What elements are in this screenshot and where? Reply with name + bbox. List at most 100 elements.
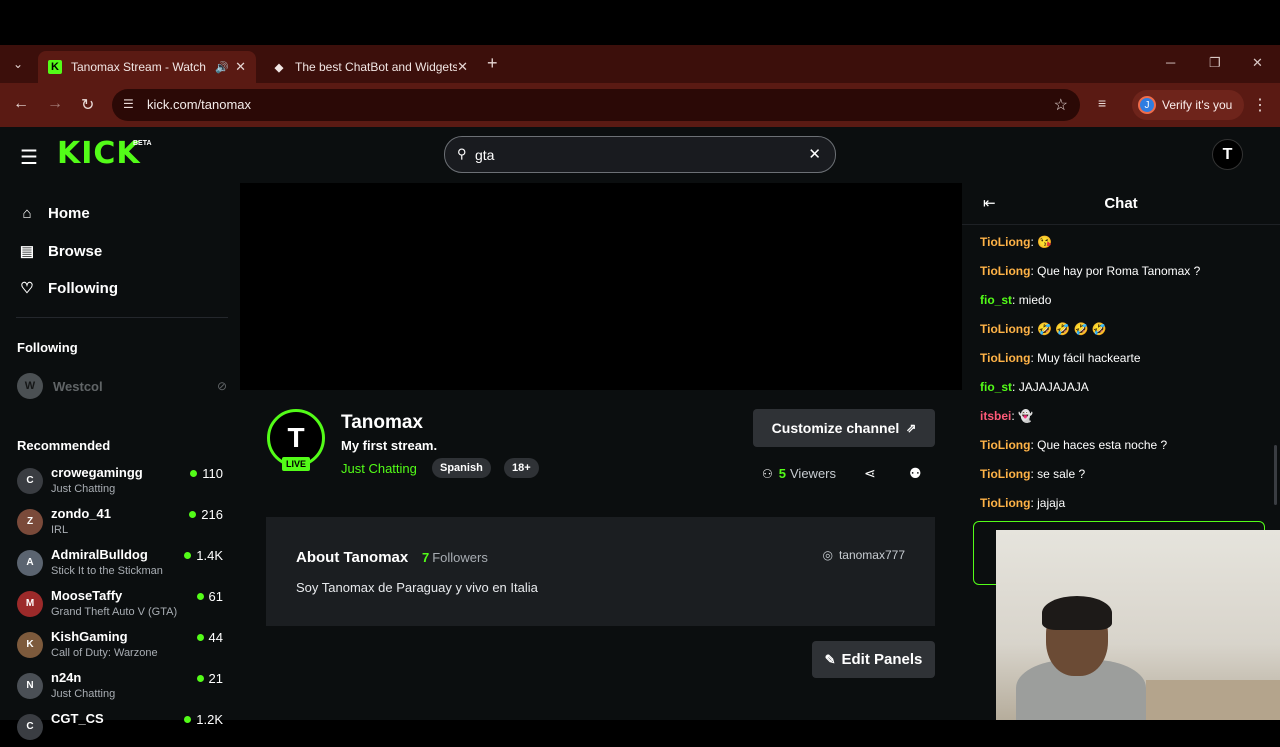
screen-top-bar (0, 0, 1280, 45)
live-dot-icon (196, 634, 204, 641)
tab-title: Tanomax Stream - Watch Li (71, 60, 210, 74)
stream-title: My first stream. (341, 438, 438, 453)
heart-icon: ♡ (20, 280, 34, 297)
viewer-count: 1.4K (184, 548, 223, 563)
back-icon[interactable]: ← (13, 95, 29, 113)
restore-icon[interactable]: ❐ (1209, 55, 1221, 71)
customize-label: Customize channel (771, 420, 900, 436)
channel-name: KishGaming (51, 629, 128, 644)
viewer-count-value: 44 (208, 630, 223, 645)
viewers-icon: ⚇ (762, 466, 773, 481)
avatar: C (17, 714, 43, 740)
about-heading: About Tanomax (296, 549, 409, 566)
home-icon: ⌂ (22, 205, 32, 222)
close-tab-icon[interactable]: ✕ (235, 59, 246, 75)
channel-category: Stick It to the Stickman (51, 565, 163, 577)
chat-text: Que hay por Roma Tanomax ? (1037, 264, 1201, 278)
chat-message: fio_st: JAJAJAJAJA (980, 380, 1089, 394)
chat-username[interactable]: TioLiong (980, 351, 1030, 365)
sidebar-item-label: Browse (48, 242, 103, 260)
following-channel-westcol[interactable]: W Westcol ⊘ (17, 373, 227, 399)
url-text[interactable]: kick.com/tanomax (147, 97, 251, 112)
browser-tab-strip: ⌄ K Tanomax Stream - Watch Li 🔊 ✕ ◆ The … (0, 45, 1280, 83)
recommended-channel[interactable]: C crowegamingg Just Chatting 110 (17, 465, 227, 501)
tag-18-plus[interactable]: 18+ (504, 458, 539, 478)
tag-spanish[interactable]: Spanish (432, 458, 491, 478)
avatar: W (17, 373, 43, 399)
site-settings-icon[interactable]: ☰ (123, 97, 134, 111)
sidebar-item-browse[interactable]: ▤ Browse (17, 242, 103, 261)
chat-scrollbar[interactable] (1274, 445, 1277, 505)
chat-username[interactable]: fio_st (980, 380, 1012, 394)
media-controls-icon[interactable]: ≡ (1098, 95, 1106, 111)
new-tab-icon[interactable]: + (487, 53, 498, 74)
followers-count-value: 7 (422, 550, 430, 565)
viewer-count: 61 (196, 589, 223, 604)
minimize-icon[interactable]: ─ (1166, 55, 1175, 70)
chat-username[interactable]: TioLiong (980, 496, 1030, 510)
beta-badge: BETA (133, 140, 152, 147)
chat-username[interactable]: TioLiong (980, 322, 1030, 336)
chat-message: TioLiong: Que hay por Roma Tanomax ? (980, 264, 1201, 278)
tab-search-icon[interactable]: ⌄ (8, 54, 28, 74)
chatbot-favicon-icon: ◆ (274, 61, 284, 74)
channel-category: Grand Theft Auto V (GTA) (51, 606, 178, 618)
video-player[interactable] (240, 183, 962, 390)
recommended-channel[interactable]: M MooseTaffy Grand Theft Auto V (GTA) 61 (17, 588, 227, 624)
chat-message: TioLiong: Que haces esta noche ? (980, 438, 1168, 452)
speaker-icon[interactable]: 🔊 (215, 61, 229, 74)
viewers-label: Viewers (790, 466, 837, 481)
address-bar[interactable]: ☰ kick.com/tanomax ☆ (112, 89, 1080, 121)
recommended-channel[interactable]: Z zondo_41 IRL 216 (17, 506, 227, 542)
edit-panels-label: Edit Panels (841, 651, 923, 668)
chat-username[interactable]: TioLiong (980, 264, 1030, 278)
instagram-icon: ◎ (822, 548, 833, 562)
stream-category-link[interactable]: Just Chatting (341, 461, 417, 476)
chat-username[interactable]: fio_st (980, 293, 1012, 307)
tab-tanomax-stream[interactable]: K Tanomax Stream - Watch Li 🔊 ✕ (38, 51, 256, 83)
channel-category: IRL (51, 524, 69, 536)
browse-icon: ▤ (19, 243, 35, 260)
forward-icon[interactable]: → (47, 95, 63, 113)
channel-name: n24n (51, 670, 82, 685)
browser-menu-icon[interactable]: ⋮ (1252, 95, 1268, 115)
clear-search-icon[interactable]: ✕ (808, 145, 821, 163)
close-tab-icon[interactable]: ✕ (457, 59, 468, 75)
chat-username[interactable]: TioLiong (980, 235, 1030, 249)
chat-username[interactable]: itsbei (980, 409, 1011, 423)
instagram-link[interactable]: ◎ tanomax777 (822, 548, 905, 562)
pencil-icon: ✎ (824, 651, 836, 667)
follow-user-icon[interactable]: ⚉ (909, 465, 922, 482)
chat-message: TioLiong: 😘 (980, 235, 1053, 249)
webcam-person-hair (1042, 596, 1112, 630)
recommended-channel[interactable]: A AdmiralBulldog Stick It to the Stickma… (17, 547, 227, 583)
share-icon[interactable]: ⋖ (864, 465, 876, 482)
about-panel: About Tanomax 7 Followers ◎ tanomax777 So… (266, 517, 935, 626)
search-input[interactable]: gta (475, 147, 494, 163)
kick-logo[interactable]: KICK (57, 136, 141, 171)
close-window-icon[interactable]: ✕ (1252, 55, 1263, 71)
sidebar-item-following[interactable]: ♡ Following (17, 279, 118, 298)
customize-channel-button[interactable]: Customize channel ⇗ (753, 409, 935, 447)
hamburger-menu-icon[interactable]: ☰ (20, 145, 38, 170)
chat-message: itsbei: 👻 (980, 409, 1033, 423)
sidebar-item-home[interactable]: ⌂ Home (17, 205, 89, 222)
channel-main: T LIVE Tanomax My first stream. Just Cha… (240, 183, 962, 720)
chat-username[interactable]: TioLiong (980, 467, 1030, 481)
chat-message: TioLiong: 🤣 🤣 🤣 🤣 (980, 322, 1107, 336)
viewers-count: 5 (778, 466, 786, 481)
edit-panels-button[interactable]: ✎ Edit Panels (812, 641, 935, 678)
recommended-channel[interactable]: K KishGaming Call of Duty: Warzone 44 (17, 629, 227, 665)
chat-text: 😘 (1037, 235, 1053, 249)
recommended-channel[interactable]: N n24n Just Chatting 21 (17, 670, 227, 706)
bookmark-star-icon[interactable]: ☆ (1054, 95, 1068, 115)
profile-verify-button[interactable]: J Verify it's you (1132, 90, 1245, 120)
live-dot-icon (196, 593, 204, 600)
tab-chatbot[interactable]: ◆ The best ChatBot and Widgets ✕ (262, 51, 478, 83)
reload-icon[interactable]: ↻ (81, 95, 94, 115)
user-avatar[interactable]: T (1212, 139, 1243, 170)
recommended-channel[interactable]: C CGT_CS 1.2K (17, 711, 227, 747)
channel-name: zondo_41 (51, 506, 111, 521)
search-bar[interactable]: ⚲ gta ✕ (444, 136, 836, 173)
chat-username[interactable]: TioLiong (980, 438, 1030, 452)
